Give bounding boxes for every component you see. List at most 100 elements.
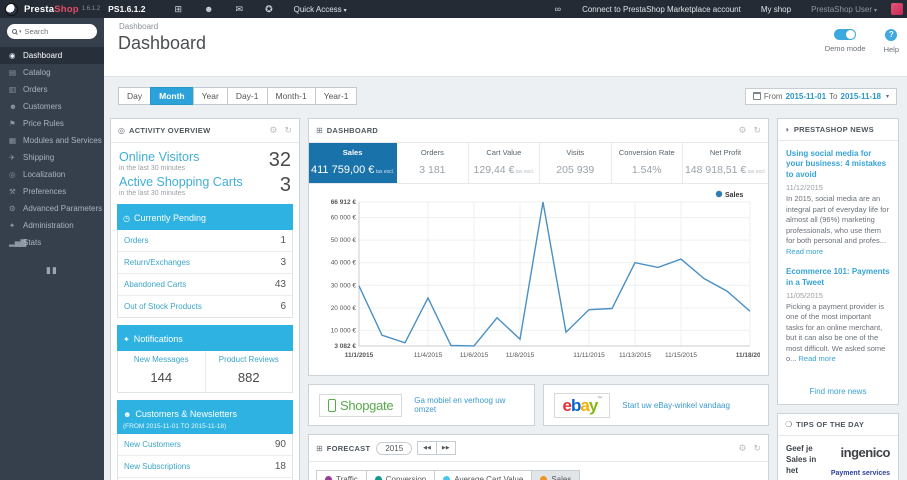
- sidebar-item-advanced-parameters[interactable]: ⚙ Advanced Parameters: [0, 200, 104, 217]
- forecast-toggle-traffic[interactable]: Traffic: [316, 470, 367, 480]
- activity-row-label[interactable]: Out of Stock Products: [124, 302, 280, 311]
- date-range-picker[interactable]: From 2015-11-01 To 2015-11-18 ▾: [744, 87, 897, 105]
- kpi-tab-cart-value[interactable]: Cart Value 129,44 € tax excl.: [469, 143, 541, 183]
- activity-columns: New Messages 144 Product Reviews 882: [117, 351, 293, 393]
- gear-icon[interactable]: ⚙: [269, 125, 277, 136]
- previous-year-button[interactable]: ◀◀: [417, 441, 437, 455]
- quick-access-menu[interactable]: Quick Access ▾: [294, 5, 347, 14]
- activity-row-label[interactable]: New Customers: [124, 440, 275, 449]
- activity-stat-label[interactable]: Active Shopping Carts: [119, 175, 280, 189]
- shopgate-module: Shopgate Ga mobiel en verhoog uw omzet: [308, 384, 535, 426]
- tips-panel-title: TIPS OF THE DAY: [796, 419, 865, 429]
- activity-column-label[interactable]: Product Reviews: [208, 355, 291, 364]
- activity-row[interactable]: Out of Stock Products 6: [118, 296, 292, 317]
- chevron-down-icon: ▾: [873, 7, 877, 14]
- user-menu[interactable]: PrestaShop User ▾: [811, 5, 877, 14]
- tips-of-the-day-panel: ❍ TIPS OF THE DAY ingenico Payment servi…: [777, 412, 899, 480]
- activity-row-label[interactable]: Return/Exchanges: [124, 258, 280, 267]
- sidebar-collapse-button[interactable]: ▮▮: [0, 265, 104, 276]
- sidebar-item-customers[interactable]: ☻ Customers: [0, 98, 104, 115]
- help-icon[interactable]: ?: [885, 29, 898, 41]
- find-more-news-link[interactable]: Find more news: [778, 387, 898, 396]
- activity-row-label[interactable]: Orders: [124, 236, 280, 245]
- read-more-link[interactable]: Read more: [799, 354, 836, 363]
- activity-stat-label[interactable]: Online Visitors: [119, 150, 269, 164]
- activity-row[interactable]: Orders 1: [118, 230, 292, 252]
- sidebar-item-localization[interactable]: ◎ Localization: [0, 166, 104, 183]
- demo-mode-toggle[interactable]: [834, 29, 857, 40]
- x-axis-tick: 11/6/2015: [460, 352, 489, 359]
- search-input[interactable]: [24, 27, 85, 36]
- sidebar-search[interactable]: ▾: [7, 24, 97, 39]
- activity-section: ✦ Notifications New Messages 144 Product Rev…: [117, 325, 293, 393]
- shopgate-link[interactable]: Ga mobiel en verhoog uw omzet: [414, 396, 523, 414]
- range-button-month-1[interactable]: Month-1: [266, 87, 316, 105]
- news-article-excerpt: Picking a payment provider is one of the…: [786, 301, 886, 364]
- customers-icon: ☻: [9, 102, 17, 111]
- my-shop-link[interactable]: My shop: [761, 5, 791, 14]
- marketplace-link[interactable]: Connect to PrestaShop Marketplace accoun…: [582, 5, 741, 14]
- sidebar-item-label: Localization: [23, 170, 66, 179]
- x-axis-tick: 11/4/2015: [414, 352, 443, 359]
- user-avatar[interactable]: [891, 3, 903, 15]
- activity-row[interactable]: New Subscriptions 18: [118, 456, 292, 478]
- activity-row[interactable]: New Customers 90: [118, 434, 292, 456]
- activity-section-title: Customers & Newsletters: [135, 409, 237, 419]
- activity-column-cell[interactable]: Product Reviews 882: [204, 351, 293, 392]
- gear-icon[interactable]: ⚙: [738, 443, 746, 454]
- read-more-link[interactable]: Read more: [786, 247, 823, 256]
- activity-row-label[interactable]: Abandoned Carts: [124, 280, 275, 289]
- range-button-year[interactable]: Year: [192, 87, 228, 105]
- kpi-tab-orders[interactable]: Orders 3 181: [397, 143, 469, 183]
- breadcrumb[interactable]: Dashboard: [104, 18, 907, 31]
- sidebar-item-preferences[interactable]: ⚒ Preferences: [0, 183, 104, 200]
- kpi-tab-conversion-rate[interactable]: Conversion Rate 1.54%: [612, 143, 683, 183]
- sidebar-item-stats[interactable]: ▂▅▇ Stats: [0, 234, 104, 251]
- news-article-title[interactable]: Ecommerce 101: Payments in a Tweet: [786, 267, 890, 288]
- range-button-year-1[interactable]: Year-1: [314, 87, 358, 105]
- news-column: ◗ PRESTASHOP NEWS Using social media for…: [777, 118, 899, 480]
- activity-stat-text: Online Visitors in the last 30 minutes: [119, 150, 269, 172]
- kpi-tab-sales[interactable]: Sales 411 759,00 € tax excl.: [309, 143, 398, 183]
- y-axis-tick: 30 000 €: [331, 282, 357, 289]
- sidebar-item-dashboard[interactable]: ◉ Dashboard: [0, 47, 104, 64]
- sidebar-item-administration[interactable]: ✦ Administration: [0, 217, 104, 234]
- search-scope-caret-icon[interactable]: ▾: [19, 29, 22, 35]
- cart-icon[interactable]: ⊞: [175, 4, 183, 15]
- refresh-icon[interactable]: ↻: [753, 125, 761, 136]
- activity-row-label[interactable]: New Subscriptions: [124, 462, 275, 471]
- forecast-year[interactable]: 2015: [376, 441, 413, 455]
- trophy-icon[interactable]: ✪: [265, 4, 273, 15]
- sidebar-item-shipping[interactable]: ✈ Shipping: [0, 149, 104, 166]
- shopgate-logo: Shopgate: [319, 393, 403, 417]
- gear-icon[interactable]: ⚙: [738, 125, 746, 136]
- forecast-toggle-conversion[interactable]: Conversion: [365, 470, 436, 480]
- forecast-toggle-label: Average Cart Value: [454, 475, 524, 480]
- range-button-day-1[interactable]: Day-1: [226, 87, 268, 105]
- activity-column-label[interactable]: New Messages: [120, 355, 203, 364]
- sidebar-item-price-rules[interactable]: ⚑ Price Rules: [0, 115, 104, 132]
- range-button-month[interactable]: Month: [150, 87, 194, 105]
- forecast-toggle-average-cart-value[interactable]: Average Cart Value: [434, 470, 533, 480]
- ebay-link[interactable]: Start uw eBay-winkel vandaag: [622, 401, 730, 410]
- sidebar-item-orders[interactable]: ▥ Orders: [0, 81, 104, 98]
- activity-row[interactable]: Return/Exchanges 3: [118, 252, 292, 274]
- date-to: 2015-11-18: [840, 91, 881, 101]
- news-article-title[interactable]: Using social media for your business: 4 …: [786, 149, 890, 180]
- messages-icon[interactable]: ✉: [236, 4, 244, 15]
- refresh-icon[interactable]: ↻: [753, 443, 761, 454]
- forecast-toggle-sales[interactable]: Sales: [531, 470, 581, 480]
- kpi-tab-net-profit[interactable]: Net Profit 148 918,51 € tax excl.: [683, 143, 768, 183]
- refresh-icon[interactable]: ↻: [284, 125, 292, 136]
- sidebar-item-modules[interactable]: ▦ Modules and Services: [0, 132, 104, 149]
- next-year-button[interactable]: ▶▶: [435, 441, 456, 455]
- brand-name: PrestaShop: [24, 3, 79, 15]
- customers-quick-icon[interactable]: ☻: [204, 4, 213, 14]
- sidebar-item-catalog[interactable]: ▤ Catalog: [0, 64, 104, 81]
- range-button-day[interactable]: Day: [118, 87, 152, 105]
- lightbulb-icon: ❍: [785, 419, 793, 429]
- kpi-tab-visits[interactable]: Visits 205 939: [540, 143, 612, 183]
- activity-column-cell[interactable]: New Messages 144: [118, 351, 205, 392]
- activity-row[interactable]: Abandoned Carts 43: [118, 274, 292, 296]
- sidebar-item-label: Preferences: [23, 187, 67, 196]
